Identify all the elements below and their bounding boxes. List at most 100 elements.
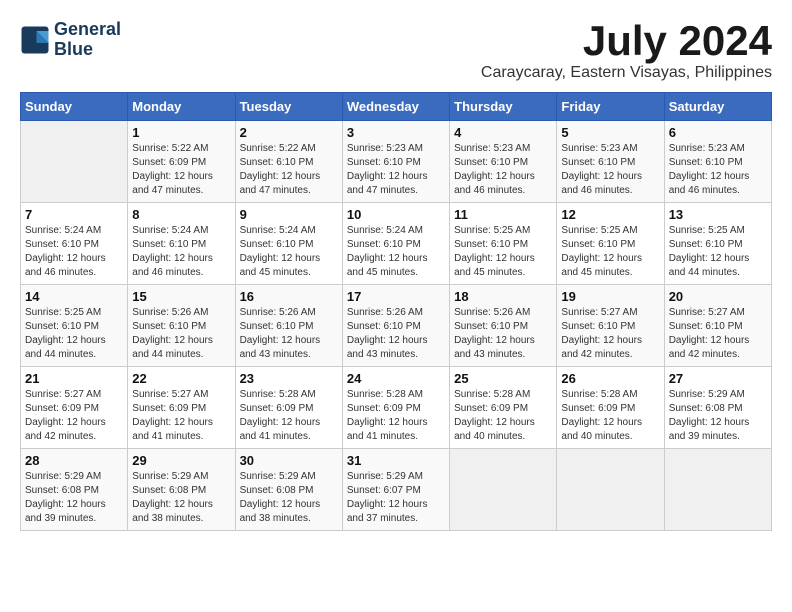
calendar-cell (450, 449, 557, 531)
location-title: Caraycaray, Eastern Visayas, Philippines (481, 64, 772, 82)
calendar-cell: 31Sunrise: 5:29 AM Sunset: 6:07 PM Dayli… (342, 449, 449, 531)
calendar-table: SundayMondayTuesdayWednesdayThursdayFrid… (20, 92, 772, 531)
day-info: Sunrise: 5:26 AM Sunset: 6:10 PM Dayligh… (454, 306, 552, 362)
calendar-cell: 6 Sunrise: 5:23 AM Sunset: 6:10 PM Daylig… (664, 121, 771, 203)
day-info: Sunrise: 5:26 AM Sunset: 6:10 PM Dayligh… (347, 306, 445, 362)
day-number: 2 (240, 125, 338, 140)
day-number: 14 (25, 289, 123, 304)
day-number: 26 (561, 371, 659, 386)
day-number: 29 (132, 453, 230, 468)
day-info: Sunrise: 5:28 AM Sunset: 6:09 PM Dayligh… (240, 388, 338, 444)
calendar-cell: 3 Sunrise: 5:23 AM Sunset: 6:10 PM Daylig… (342, 121, 449, 203)
month-title: July 2024 (481, 20, 772, 62)
day-number: 28 (25, 453, 123, 468)
day-number: 30 (240, 453, 338, 468)
header-saturday: Saturday (664, 93, 771, 121)
header-wednesday: Wednesday (342, 93, 449, 121)
day-number: 10 (347, 207, 445, 222)
header-sunday: Sunday (21, 93, 128, 121)
day-info: Sunrise: 5:27 AM Sunset: 6:10 PM Dayligh… (669, 306, 767, 362)
day-info: Sunrise: 5:23 AM Sunset: 6:10 PM Dayligh… (669, 142, 767, 198)
day-info: Sunrise: 5:28 AM Sunset: 6:09 PM Dayligh… (561, 388, 659, 444)
day-info: Sunrise: 5:28 AM Sunset: 6:09 PM Dayligh… (347, 388, 445, 444)
page-header: General Blue July 2024 Caraycaray, Easte… (20, 20, 772, 82)
calendar-cell: 19 Sunrise: 5:27 AM Sunset: 6:10 PM Dayli… (557, 285, 664, 367)
day-info: Sunrise: 5:24 AM Sunset: 6:10 PM Dayligh… (25, 224, 123, 280)
day-info: Sunrise: 5:25 AM Sunset: 6:10 PM Dayligh… (561, 224, 659, 280)
calendar-cell: 23Sunrise: 5:28 AM Sunset: 6:09 PM Dayli… (235, 367, 342, 449)
calendar-cell (557, 449, 664, 531)
day-number: 20 (669, 289, 767, 304)
day-info: Sunrise: 5:27 AM Sunset: 6:09 PM Dayligh… (25, 388, 123, 444)
day-number: 19 (561, 289, 659, 304)
day-number: 24 (347, 371, 445, 386)
calendar-cell: 7Sunrise: 5:24 AM Sunset: 6:10 PM Daylig… (21, 203, 128, 285)
day-number: 13 (669, 207, 767, 222)
calendar-cell: 8 Sunrise: 5:24 AM Sunset: 6:10 PM Daylig… (128, 203, 235, 285)
day-info: Sunrise: 5:29 AM Sunset: 6:07 PM Dayligh… (347, 470, 445, 526)
calendar-cell: 20 Sunrise: 5:27 AM Sunset: 6:10 PM Dayli… (664, 285, 771, 367)
calendar-cell: 14 Sunrise: 5:25 AM Sunset: 6:10 PM Dayli… (21, 285, 128, 367)
calendar-cell: 16 Sunrise: 5:26 AM Sunset: 6:10 PM Dayli… (235, 285, 342, 367)
day-info: Sunrise: 5:24 AM Sunset: 6:10 PM Dayligh… (132, 224, 230, 280)
day-info: Sunrise: 5:22 AM Sunset: 6:10 PM Dayligh… (240, 142, 338, 198)
day-number: 21 (25, 371, 123, 386)
week-row-2: 7Sunrise: 5:24 AM Sunset: 6:10 PM Daylig… (21, 203, 772, 285)
day-info: Sunrise: 5:23 AM Sunset: 6:10 PM Dayligh… (561, 142, 659, 198)
day-number: 1 (132, 125, 230, 140)
day-info: Sunrise: 5:26 AM Sunset: 6:10 PM Dayligh… (132, 306, 230, 362)
day-info: Sunrise: 5:23 AM Sunset: 6:10 PM Dayligh… (347, 142, 445, 198)
day-info: Sunrise: 5:26 AM Sunset: 6:10 PM Dayligh… (240, 306, 338, 362)
week-row-4: 21 Sunrise: 5:27 AM Sunset: 6:09 PM Dayli… (21, 367, 772, 449)
day-number: 25 (454, 371, 552, 386)
header-thursday: Thursday (450, 93, 557, 121)
calendar-cell: 25 Sunrise: 5:28 AM Sunset: 6:09 PM Dayli… (450, 367, 557, 449)
day-info: Sunrise: 5:25 AM Sunset: 6:10 PM Dayligh… (669, 224, 767, 280)
day-number: 4 (454, 125, 552, 140)
day-number: 8 (132, 207, 230, 222)
day-info: Sunrise: 5:27 AM Sunset: 6:09 PM Dayligh… (132, 388, 230, 444)
day-number: 17 (347, 289, 445, 304)
day-number: 6 (669, 125, 767, 140)
calendar-cell: 29 Sunrise: 5:29 AM Sunset: 6:08 PM Dayli… (128, 449, 235, 531)
calendar-cell: 30Sunrise: 5:29 AM Sunset: 6:08 PM Dayli… (235, 449, 342, 531)
day-number: 11 (454, 207, 552, 222)
day-info: Sunrise: 5:29 AM Sunset: 6:08 PM Dayligh… (25, 470, 123, 526)
day-info: Sunrise: 5:27 AM Sunset: 6:10 PM Dayligh… (561, 306, 659, 362)
calendar-cell: 1 Sunrise: 5:22 AM Sunset: 6:09 PM Daylig… (128, 121, 235, 203)
header-tuesday: Tuesday (235, 93, 342, 121)
calendar-cell: 21 Sunrise: 5:27 AM Sunset: 6:09 PM Dayli… (21, 367, 128, 449)
calendar-cell: 24 Sunrise: 5:28 AM Sunset: 6:09 PM Dayli… (342, 367, 449, 449)
day-info: Sunrise: 5:28 AM Sunset: 6:09 PM Dayligh… (454, 388, 552, 444)
calendar-cell: 11 Sunrise: 5:25 AM Sunset: 6:10 PM Dayli… (450, 203, 557, 285)
week-row-1: 1 Sunrise: 5:22 AM Sunset: 6:09 PM Daylig… (21, 121, 772, 203)
day-number: 5 (561, 125, 659, 140)
day-number: 18 (454, 289, 552, 304)
calendar-cell (664, 449, 771, 531)
day-info: Sunrise: 5:25 AM Sunset: 6:10 PM Dayligh… (454, 224, 552, 280)
calendar-cell: 12 Sunrise: 5:25 AM Sunset: 6:10 PM Dayli… (557, 203, 664, 285)
calendar-cell: 18 Sunrise: 5:26 AM Sunset: 6:10 PM Dayli… (450, 285, 557, 367)
day-info: Sunrise: 5:22 AM Sunset: 6:09 PM Dayligh… (132, 142, 230, 198)
logo-icon (20, 25, 50, 55)
day-number: 3 (347, 125, 445, 140)
day-number: 16 (240, 289, 338, 304)
calendar-cell: 4 Sunrise: 5:23 AM Sunset: 6:10 PM Daylig… (450, 121, 557, 203)
day-info: Sunrise: 5:23 AM Sunset: 6:10 PM Dayligh… (454, 142, 552, 198)
week-row-5: 28 Sunrise: 5:29 AM Sunset: 6:08 PM Dayli… (21, 449, 772, 531)
calendar-cell (21, 121, 128, 203)
calendar-cell: 15Sunrise: 5:26 AM Sunset: 6:10 PM Dayli… (128, 285, 235, 367)
calendar-cell: 27Sunrise: 5:29 AM Sunset: 6:08 PM Dayli… (664, 367, 771, 449)
calendar-cell: 2 Sunrise: 5:22 AM Sunset: 6:10 PM Daylig… (235, 121, 342, 203)
day-info: Sunrise: 5:29 AM Sunset: 6:08 PM Dayligh… (132, 470, 230, 526)
day-info: Sunrise: 5:29 AM Sunset: 6:08 PM Dayligh… (669, 388, 767, 444)
day-info: Sunrise: 5:24 AM Sunset: 6:10 PM Dayligh… (347, 224, 445, 280)
day-info: Sunrise: 5:25 AM Sunset: 6:10 PM Dayligh… (25, 306, 123, 362)
calendar-cell: 5 Sunrise: 5:23 AM Sunset: 6:10 PM Daylig… (557, 121, 664, 203)
header-monday: Monday (128, 93, 235, 121)
day-info: Sunrise: 5:24 AM Sunset: 6:10 PM Dayligh… (240, 224, 338, 280)
calendar-cell: 10 Sunrise: 5:24 AM Sunset: 6:10 PM Dayli… (342, 203, 449, 285)
calendar-cell: 13 Sunrise: 5:25 AM Sunset: 6:10 PM Dayli… (664, 203, 771, 285)
day-number: 12 (561, 207, 659, 222)
day-number: 22 (132, 371, 230, 386)
